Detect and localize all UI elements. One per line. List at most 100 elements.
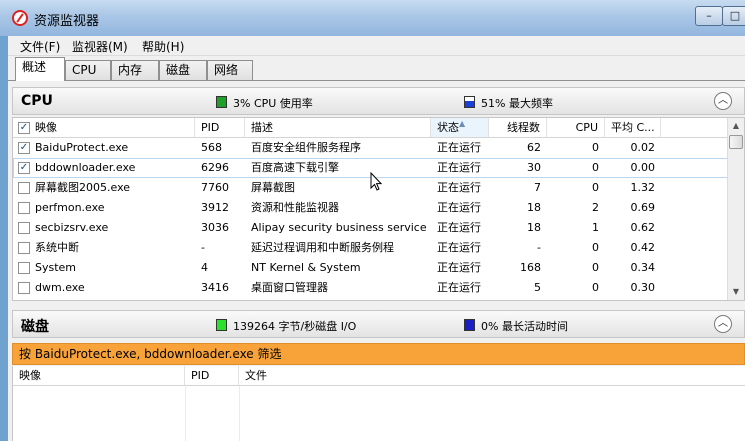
disk-io-text: 139264 字节/秒磁盘 I/O xyxy=(233,320,357,333)
cell-desc: NT Kernel & System xyxy=(251,261,361,274)
cell-desc: 屏幕截图 xyxy=(251,181,295,194)
cell-pid: 7760 xyxy=(201,181,229,194)
select-all-checkbox[interactable]: ✓ xyxy=(18,122,30,134)
overview-panel: CPU 3% CPU 使用率 51% 最大频率 ︿ ✓ 映像 PID 描述 ▲ … xyxy=(8,80,745,441)
disk-file-table: 映像 PID 文件 xyxy=(12,366,745,441)
filter-banner: 按 BaiduProtect.exe, bddownloader.exe 筛选 xyxy=(12,343,745,365)
cell-avg: 0.34 xyxy=(630,261,656,274)
cell-status: 正在运行 xyxy=(437,221,481,234)
cell-threads: 30 xyxy=(527,161,541,174)
column-header-image[interactable]: ✓ 映像 xyxy=(13,118,195,138)
cell-pid: - xyxy=(201,241,205,254)
maximize-button[interactable]: □ xyxy=(722,6,745,26)
tab-network[interactable]: 网络 xyxy=(207,60,253,80)
cell-threads: 18 xyxy=(527,201,541,214)
cell-desc: Alipay security business service xyxy=(251,221,427,234)
cell-image: bddownloader.exe xyxy=(35,161,136,174)
cell-avg: 0.69 xyxy=(630,201,656,214)
cell-desc: 资源和性能监视器 xyxy=(251,201,339,214)
cell-image: secbizsrv.exe xyxy=(35,221,109,234)
scroll-thumb[interactable] xyxy=(729,135,743,149)
disk-active-time-text: 0% 最长活动时间 xyxy=(481,320,568,333)
cell-image: 屏幕截图2005.exe xyxy=(35,181,131,194)
cell-avg: 1.32 xyxy=(630,181,656,194)
cpu-section-header[interactable]: CPU 3% CPU 使用率 51% 最大频率 ︿ xyxy=(12,87,745,115)
column-header-description[interactable]: 描述 xyxy=(245,118,431,138)
cell-cpu: 1 xyxy=(592,221,599,234)
cell-image: System xyxy=(35,261,77,274)
cell-cpu: 0 xyxy=(592,161,599,174)
menu-monitor[interactable]: 监视器(M) xyxy=(72,38,128,55)
cell-threads: 18 xyxy=(527,221,541,234)
cell-status: 正在运行 xyxy=(437,261,481,274)
cell-status: 正在运行 xyxy=(437,281,481,294)
cell-avg: 0.00 xyxy=(630,161,656,174)
column-header-threads[interactable]: 线程数 xyxy=(489,118,547,138)
table-row[interactable]: 系统中断 - 延迟过程调用和中断服务例程 正在运行 - 0 0.42 xyxy=(13,238,729,258)
scroll-up-icon[interactable]: ▲ xyxy=(728,118,744,134)
cell-image: dwm.exe xyxy=(35,281,85,294)
tab-overview[interactable]: 概述 xyxy=(15,57,65,81)
disk-column-header-image[interactable]: 映像 xyxy=(13,366,185,386)
title-bar: 资源监视器 – □ xyxy=(0,0,745,36)
cell-cpu: 0 xyxy=(592,281,599,294)
cell-cpu: 2 xyxy=(592,201,599,214)
column-header-pid[interactable]: PID xyxy=(195,118,245,138)
window-title: 资源监视器 xyxy=(34,14,100,29)
tab-cpu[interactable]: CPU xyxy=(65,60,111,80)
minimize-button[interactable]: – xyxy=(695,6,723,26)
scroll-down-icon[interactable]: ▼ xyxy=(728,284,744,300)
cell-desc: 百度高速下载引擎 xyxy=(251,161,339,174)
cell-avg: 0.02 xyxy=(630,141,656,154)
cell-avg: 0.30 xyxy=(630,281,656,294)
disk-io-legend-icon xyxy=(216,319,227,331)
table-row[interactable]: ✓ BaiduProtect.exe 568 百度安全组件服务程序 正在运行 62 0 0.0… xyxy=(13,138,729,158)
cell-status: 正在运行 xyxy=(437,141,481,154)
cell-status: 正在运行 xyxy=(437,181,481,194)
cpu-frequency-text: 51% 最大频率 xyxy=(481,97,553,110)
cell-image: perfmon.exe xyxy=(35,201,105,214)
column-divider xyxy=(185,386,186,441)
column-header-average-cpu[interactable]: 平均 C... xyxy=(605,118,661,138)
cpu-table-scrollbar[interactable]: ▲ ▼ xyxy=(727,118,744,300)
cpu-section-title: CPU xyxy=(21,93,53,109)
sort-ascending-icon: ▲ xyxy=(459,119,466,128)
cpu-frequency-legend-icon xyxy=(464,96,475,108)
cell-threads: 62 xyxy=(527,141,541,154)
cell-avg: 0.62 xyxy=(630,221,656,234)
tab-memory[interactable]: 内存 xyxy=(111,60,159,80)
column-header-spacer xyxy=(661,118,729,138)
column-header-status[interactable]: ▲ 状态 xyxy=(431,118,489,138)
table-row[interactable]: System 4 NT Kernel & System 正在运行 168 0 0.34 xyxy=(13,258,729,278)
tab-disk[interactable]: 磁盘 xyxy=(159,60,207,80)
cell-threads: 5 xyxy=(534,281,541,294)
disk-column-header-file[interactable]: 文件 xyxy=(239,366,745,386)
cell-desc: 桌面窗口管理器 xyxy=(251,281,328,294)
cell-image: BaiduProtect.exe xyxy=(35,141,129,154)
cell-pid: 6296 xyxy=(201,161,229,174)
cell-image: 系统中断 xyxy=(35,241,79,254)
cell-pid: 568 xyxy=(201,141,222,154)
cell-threads: 7 xyxy=(534,181,541,194)
cpu-collapse-button[interactable]: ︿ xyxy=(714,92,732,110)
disk-collapse-button[interactable]: ︿ xyxy=(714,315,732,333)
cell-threads: 168 xyxy=(520,261,541,274)
table-row[interactable]: perfmon.exe 3912 资源和性能监视器 正在运行 18 2 0.69 xyxy=(13,198,729,218)
column-header-cpu[interactable]: CPU xyxy=(547,118,605,138)
table-row[interactable]: secbizsrv.exe 3036 Alipay security busines… xyxy=(13,218,729,238)
disk-column-header-pid[interactable]: PID xyxy=(185,366,239,386)
cpu-usage-legend-icon xyxy=(216,96,227,108)
cell-threads: - xyxy=(537,241,541,254)
disk-section-title: 磁盘 xyxy=(21,319,49,335)
menu-help[interactable]: 帮助(H) xyxy=(142,38,184,55)
cell-pid: 4 xyxy=(201,261,208,274)
cell-cpu: 0 xyxy=(592,241,599,254)
disk-active-time-legend-icon xyxy=(464,319,475,331)
mouse-cursor-icon xyxy=(370,172,382,191)
menu-file[interactable]: 文件(F) xyxy=(20,38,60,55)
table-row[interactable]: dwm.exe 3416 桌面窗口管理器 正在运行 5 0 0.30 xyxy=(13,278,729,298)
cell-status: 正在运行 xyxy=(437,161,481,174)
cell-status: 正在运行 xyxy=(437,201,481,214)
disk-section-header[interactable]: 磁盘 139264 字节/秒磁盘 I/O 0% 最长活动时间 ︿ xyxy=(12,310,745,338)
cell-pid: 3416 xyxy=(201,281,229,294)
